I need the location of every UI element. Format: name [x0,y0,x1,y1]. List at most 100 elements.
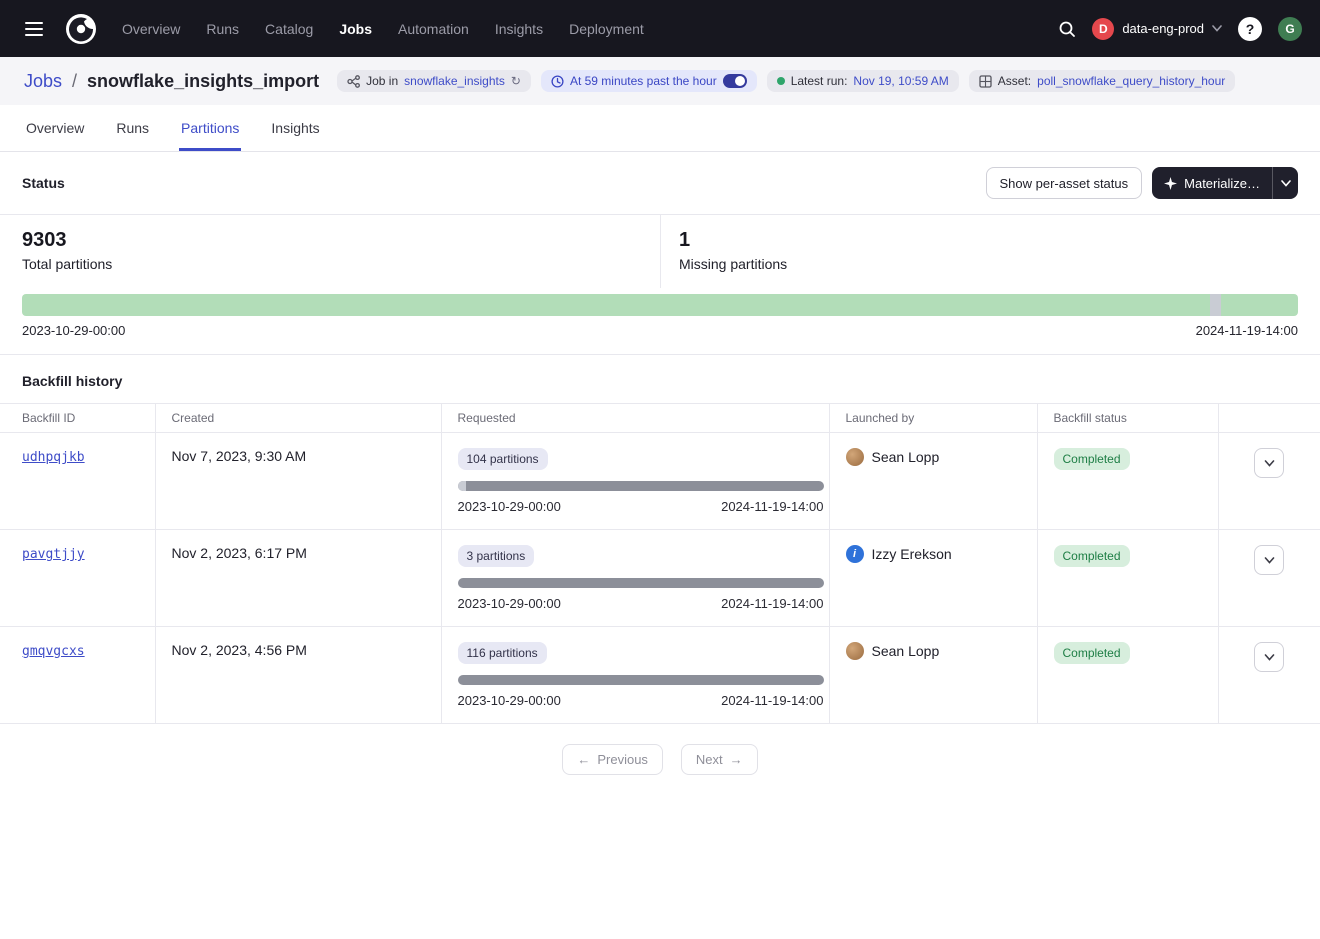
user-avatar [846,642,864,660]
backfill-id-link[interactable]: udhpqjkb [22,450,85,465]
missing-partitions-label: Missing partitions [679,256,1298,272]
asset-link[interactable]: poll_snowflake_query_history_hour [1037,74,1225,88]
show-per-asset-status-button[interactable]: Show per-asset status [986,167,1143,199]
help-icon[interactable]: ? [1238,17,1262,41]
partition-health-section: 2023-10-29-00:00 2024-11-19-14:00 [0,288,1320,354]
table-header-row: Backfill ID Created Requested Launched b… [0,404,1320,433]
status-actions: Show per-asset status Materialize… [986,167,1298,199]
partition-health-bar[interactable] [22,294,1298,316]
range-start: 2023-10-29-00:00 [458,596,561,611]
row-expand-button[interactable] [1254,545,1284,575]
missing-partitions-value: 1 [679,229,1298,252]
dagster-logo[interactable] [64,12,98,46]
created-timestamp: Nov 2, 2023, 6:17 PM [172,545,307,561]
top-navigation: Overview Runs Catalog Jobs Automation In… [0,0,1320,57]
latest-run-prefix: Latest run: [791,74,848,88]
range-end: 2024-11-19-14:00 [721,596,823,611]
deployment-switcher[interactable]: D data-eng-prod [1092,18,1222,40]
deployment-badge: D [1092,18,1114,40]
latest-run-tag: Latest run: Nov 19, 10:59 AM [767,70,959,92]
partition-range-start: 2023-10-29-00:00 [22,323,125,338]
nav-item-overview[interactable]: Overview [122,21,180,37]
user-avatar [846,448,864,466]
nav-item-runs[interactable]: Runs [206,21,239,37]
requested-partitions-badge: 104 partitions [458,448,548,470]
status-badge: Completed [1054,545,1130,567]
previous-label: Previous [597,752,648,767]
run-success-dot-icon [777,77,785,85]
requested-partitions-badge: 3 partitions [458,545,535,567]
sparkle-icon [1164,177,1177,190]
col-launched-by: Launched by [829,404,1037,433]
backfill-id-link[interactable]: gmqvgcxs [22,644,85,659]
job-location-link[interactable]: snowflake_insights [404,74,505,88]
row-expand-button[interactable] [1254,642,1284,672]
col-actions [1218,404,1320,433]
asset-tag-prefix: Asset: [998,74,1031,88]
deployment-name: data-eng-prod [1122,21,1204,36]
launched-by-cell: i Izzy Erekson [846,545,1021,563]
created-timestamp: Nov 7, 2023, 9:30 AM [172,448,307,464]
table-row: pavgtjjy Nov 2, 2023, 6:17 PM 3 partitio… [0,530,1320,627]
table-row: gmqvgcxs Nov 2, 2023, 4:56 PM 116 partit… [0,627,1320,724]
row-expand-button[interactable] [1254,448,1284,478]
chevron-down-icon [1264,557,1275,564]
primary-nav: Overview Runs Catalog Jobs Automation In… [122,21,644,37]
materialize-button[interactable]: Materialize… [1152,167,1272,199]
missing-partitions-stat: 1 Missing partitions [660,215,1320,288]
next-label: Next [696,752,723,767]
breadcrumb-bar: Jobs / snowflake_insights_import Job in … [0,57,1320,105]
schedule-toggle[interactable] [723,74,747,88]
backfill-history-heading: Backfill history [22,373,122,389]
backfill-id-link[interactable]: pavgtjjy [22,547,85,562]
user-avatar: i [846,545,864,563]
requested-partitions-badge: 116 partitions [458,642,547,664]
range-start: 2023-10-29-00:00 [458,499,561,514]
launched-by-cell: Sean Lopp [846,448,1021,466]
job-location-tag: Job in snowflake_insights ↻ [337,70,531,92]
nav-item-automation[interactable]: Automation [398,21,469,37]
requested-range-bar [458,675,824,685]
breadcrumb-separator: / [72,71,77,92]
topnav-right-cluster: D data-eng-prod ? G [1058,17,1302,41]
previous-page-button[interactable]: ← Previous [562,744,663,775]
total-partitions-value: 9303 [22,229,638,252]
user-avatar[interactable]: G [1278,17,1302,41]
search-icon[interactable] [1058,20,1076,38]
reload-icon[interactable]: ↻ [511,74,521,88]
table-row: udhpqjkb Nov 7, 2023, 9:30 AM 104 partit… [0,433,1320,530]
job-tag-prefix: Job in [366,74,398,88]
pagination: ← Previous Next → [0,724,1320,795]
right-arrow-icon: → [730,752,743,767]
tab-insights[interactable]: Insights [269,105,321,151]
range-end: 2024-11-19-14:00 [721,693,823,708]
tab-runs[interactable]: Runs [114,105,151,151]
status-header-row: Status Show per-asset status Materialize… [0,152,1320,215]
nav-item-insights[interactable]: Insights [495,21,543,37]
col-created: Created [155,404,441,433]
clock-icon [551,75,564,88]
nav-item-catalog[interactable]: Catalog [265,21,313,37]
tab-partitions[interactable]: Partitions [179,105,241,151]
col-requested: Requested [441,404,829,433]
materialize-dropdown-caret[interactable] [1272,167,1298,199]
range-start: 2023-10-29-00:00 [458,693,561,708]
tab-overview[interactable]: Overview [24,105,86,151]
chevron-down-icon [1212,25,1222,32]
requested-range-labels: 2023-10-29-00:00 2024-11-19-14:00 [458,693,824,708]
dagster-logo-icon [65,13,97,45]
backfill-history-table: Backfill ID Created Requested Launched b… [0,403,1320,724]
nav-item-deployment[interactable]: Deployment [569,21,644,37]
nav-item-jobs[interactable]: Jobs [339,21,372,37]
grid-icon [979,75,992,88]
page-title: snowflake_insights_import [87,71,319,92]
next-page-button[interactable]: Next → [681,744,758,775]
hamburger-menu-icon[interactable] [18,13,50,45]
partition-range-end: 2024-11-19-14:00 [1196,323,1298,338]
partition-stats: 9303 Total partitions 1 Missing partitio… [0,215,1320,288]
backfill-history-section-header: Backfill history [0,354,1320,403]
launched-by-name: Sean Lopp [872,449,940,465]
requested-range-bar [458,578,824,588]
latest-run-link[interactable]: Nov 19, 10:59 AM [853,74,948,88]
breadcrumb-jobs-link[interactable]: Jobs [24,71,62,92]
